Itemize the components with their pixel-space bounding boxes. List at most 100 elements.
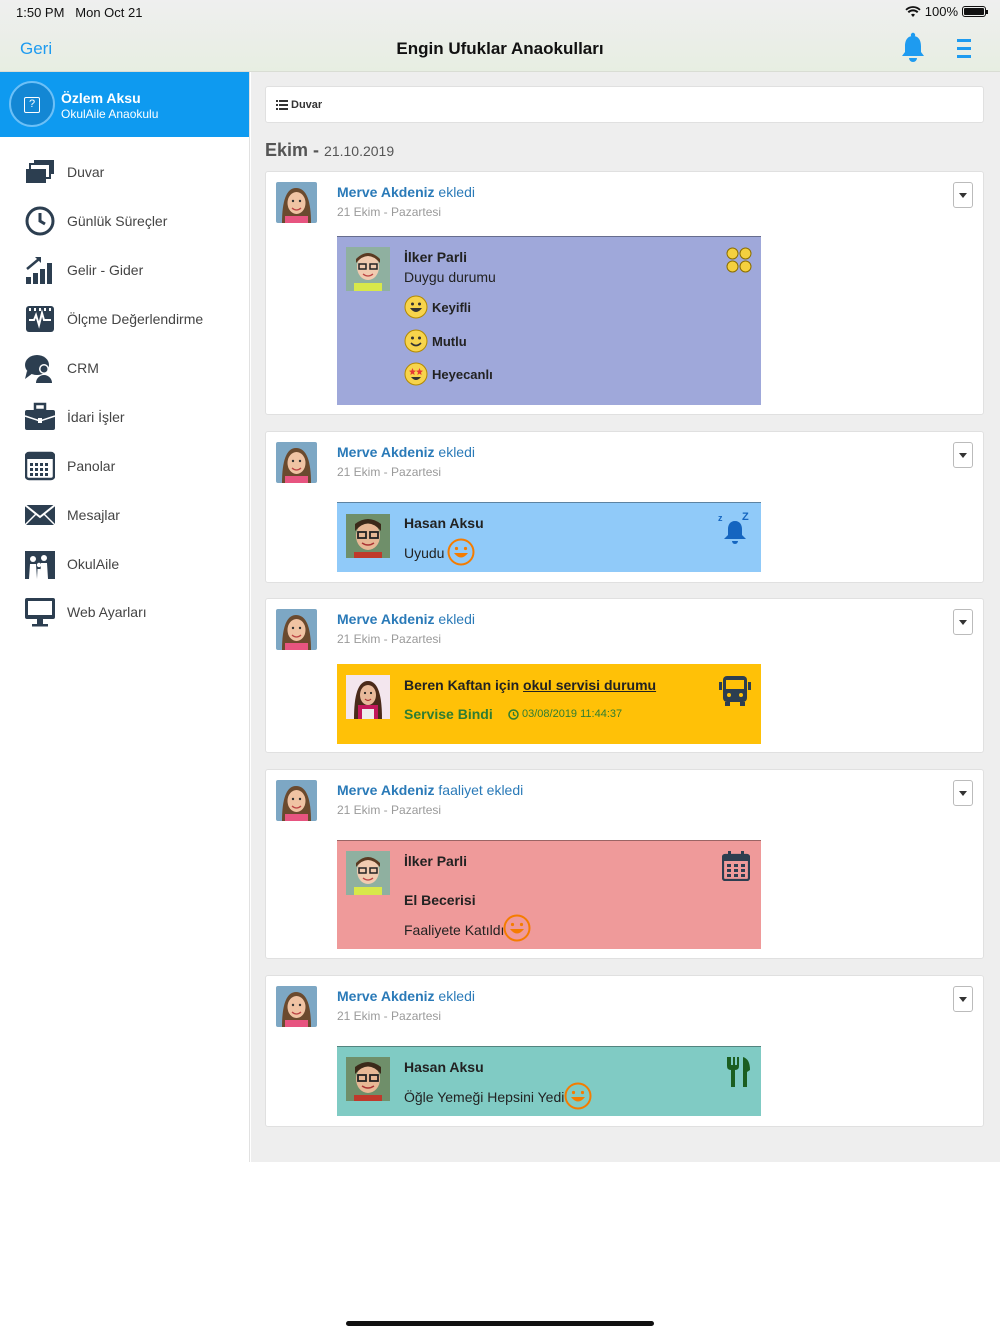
notification-bell-icon[interactable] — [899, 32, 927, 62]
profile-header[interactable]: ? Özlem Aksu OkulAile Anaokulu — [0, 72, 249, 137]
post-author-line: Merve Akdeniz ekledi — [337, 184, 475, 200]
sidebar-item-label: İdari İşler — [67, 408, 125, 425]
sidebar: ? Özlem Aksu OkulAile Anaokulu Duvar Gün… — [0, 72, 250, 1162]
sleep-panel: Hasan Aksu Uyudu zZ — [337, 502, 761, 572]
mood-item: Mutlu — [404, 329, 467, 353]
monitor-icon — [24, 596, 56, 628]
feed-post: Merve Akdeniz ekledi 21 Ekim - Pazartesi… — [265, 598, 984, 753]
page-title: Engin Ufuklar Anaokulları — [396, 39, 604, 58]
post-author-line: Merve Akdeniz ekledi — [337, 611, 475, 627]
post-options-dropdown[interactable] — [953, 609, 973, 635]
hamburger-menu-icon[interactable] — [957, 38, 971, 60]
board-icon — [24, 450, 56, 482]
happy-face-icon — [564, 1082, 592, 1110]
status-time: 1:50 PM Mon Oct 21 — [16, 5, 143, 20]
calendar-icon — [722, 851, 750, 881]
activity-name: El Becerisi — [404, 892, 476, 908]
breadcrumb: Duvar — [265, 86, 984, 123]
feed-post: Merve Akdeniz ekledi 21 Ekim - Pazartesi… — [265, 171, 984, 415]
envelope-icon — [24, 499, 56, 531]
poster-avatar — [276, 442, 317, 483]
sidebar-item-idari-isler[interactable]: İdari İşler — [0, 392, 249, 441]
post-date: 21 Ekim - Pazartesi — [337, 1009, 442, 1023]
top-bar: 1:50 PM Mon Oct 21 100% Geri Engin Ufukl… — [0, 0, 1000, 72]
bus-status-title: Beren Kaftan için okul servisi durumu — [404, 677, 657, 693]
briefcase-icon — [24, 401, 56, 433]
sidebar-item-web-ayarlari[interactable]: Web Ayarları — [0, 588, 249, 637]
happy-face-icon — [503, 914, 531, 942]
sidebar-item-label: Duvar — [67, 164, 105, 181]
crm-icon — [24, 352, 56, 384]
sidebar-item-label: Web Ayarları — [67, 604, 147, 621]
wifi-icon — [905, 5, 921, 17]
child-name: Hasan Aksu — [404, 515, 484, 531]
school-bus-link[interactable]: okul servisi durumu — [523, 677, 656, 693]
feed-post: Merve Akdeniz faaliyet ekledi 21 Ekim - … — [265, 769, 984, 959]
mood-item: Keyifli — [404, 295, 471, 319]
poster-avatar — [276, 986, 317, 1027]
sidebar-item-crm[interactable]: CRM — [0, 344, 249, 393]
sidebar-item-gelir-gider[interactable]: Gelir - Gider — [0, 246, 249, 295]
main-content: Duvar Ekim - 21.10.2019 Merve Akdeniz ek… — [251, 72, 1000, 1162]
poster-avatar — [276, 182, 317, 223]
fork-knife-icon — [727, 1057, 750, 1087]
post-author-line: Merve Akdeniz ekledi — [337, 444, 475, 460]
placeholder-avatar-icon: ? — [24, 97, 40, 113]
bus-status: Servise Bindi — [404, 706, 493, 722]
child-avatar — [346, 514, 390, 558]
bus-icon — [719, 676, 751, 706]
child-avatar — [346, 675, 390, 719]
caret-down-icon — [959, 996, 967, 1002]
lunch-panel: Hasan Aksu Öğle Yemeği Hepsini Yedi — [337, 1046, 761, 1116]
caret-down-icon — [959, 790, 967, 796]
child-name: İlker Parli — [404, 249, 468, 265]
post-author-line: Merve Akdeniz faaliyet ekledi — [337, 782, 524, 798]
sidebar-item-label: Panolar — [67, 457, 116, 474]
post-options-dropdown[interactable] — [953, 182, 973, 208]
home-indicator[interactable] — [346, 1321, 654, 1326]
feed-post: Merve Akdeniz ekledi 21 Ekim - Pazartesi… — [265, 431, 984, 583]
school-bus-panel: Beren Kaftan için okul servisi durumu Se… — [337, 664, 761, 744]
clock-icon — [24, 205, 56, 237]
sidebar-item-okulaile[interactable]: OkulAile — [0, 539, 249, 588]
pulse-icon — [24, 303, 56, 335]
post-date: 21 Ekim - Pazartesi — [337, 803, 442, 817]
feed-post: Merve Akdeniz ekledi 21 Ekim - Pazartesi… — [265, 975, 984, 1127]
poster-avatar — [276, 780, 317, 821]
poster-avatar — [276, 609, 317, 650]
sidebar-item-duvar[interactable]: Duvar — [0, 148, 249, 197]
status-indicators: 100% — [905, 4, 988, 19]
post-date: 21 Ekim - Pazartesi — [337, 465, 442, 479]
post-options-dropdown[interactable] — [953, 780, 973, 806]
sidebar-item-mesajlar[interactable]: Mesajlar — [0, 490, 249, 539]
sidebar-item-label: Ölçme Değerlendirme — [67, 311, 204, 328]
child-name: İlker Parli — [404, 853, 468, 869]
sleep-status: Uyudu — [404, 545, 445, 561]
battery-icon — [962, 6, 988, 17]
emotions-icon — [726, 247, 752, 273]
activity-panel: İlker Parli El Becerisi Faaliyete Katıld… — [337, 840, 761, 949]
profile-school: OkulAile Anaokulu — [61, 107, 159, 121]
mood-subtitle: Duygu durumu — [404, 269, 496, 285]
sidebar-nav: Duvar Günlük Süreçler Gelir - Gider Ölçm… — [0, 148, 249, 637]
caret-down-icon — [959, 619, 967, 625]
post-date: 21 Ekim - Pazartesi — [337, 632, 442, 646]
sleeping-bell-icon: zZ — [718, 511, 749, 544]
sidebar-item-label: CRM — [67, 360, 99, 376]
battery-percent: 100% — [924, 4, 958, 19]
happy-face-icon — [447, 538, 475, 566]
sidebar-item-panolar[interactable]: Panolar — [0, 441, 249, 490]
sidebar-item-olcme-degerlendirme[interactable]: Ölçme Değerlendirme — [0, 295, 249, 344]
activity-status: Faaliyete Katıldı — [404, 922, 505, 938]
clock-icon — [508, 708, 519, 720]
post-options-dropdown[interactable] — [953, 442, 973, 468]
post-author-line: Merve Akdeniz ekledi — [337, 988, 475, 1004]
sidebar-item-gunluk-surecler[interactable]: Günlük Süreçler — [0, 197, 249, 246]
sidebar-item-label: Günlük Süreçler — [67, 213, 168, 230]
post-options-dropdown[interactable] — [953, 986, 973, 1012]
star-struck-face-icon — [404, 362, 428, 386]
date-header: Ekim - 21.10.2019 — [265, 140, 395, 160]
sidebar-item-label: OkulAile — [67, 555, 120, 572]
family-icon — [24, 548, 56, 580]
lunch-status: Öğle Yemeği Hepsini Yedi — [404, 1089, 565, 1105]
